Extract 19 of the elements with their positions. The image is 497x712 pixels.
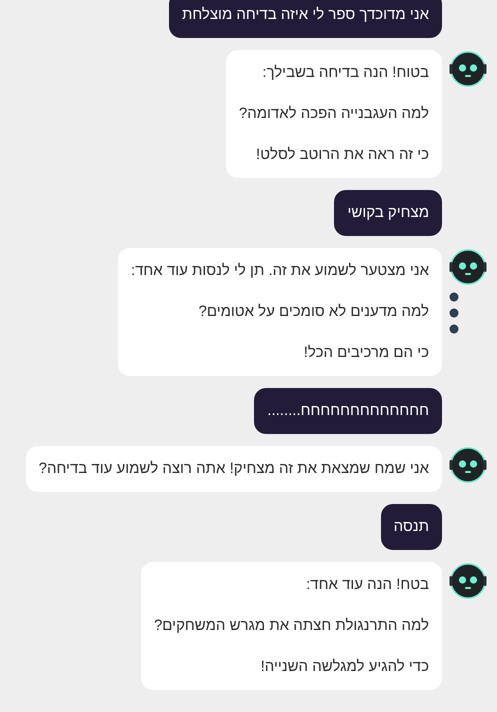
message-text: אני מדוכדך ספר לי איזה בדיחה מוצלחת xyxy=(182,5,429,25)
message-text: בטוח! הנה בדיחה בשבילך: xyxy=(261,63,429,83)
message-text: אני שמח שמצאת את זה מצחיק! אתה רוצה לשמוע עוד בדיחה? xyxy=(38,459,429,479)
message-text: למה מדענים לא סומכים על אטומים? xyxy=(197,302,429,322)
message-text: מצחיק בקושי xyxy=(347,203,429,223)
message-text: חחחחחחחחחחחחח........ xyxy=(267,401,429,421)
message-text: כדי להגיע למגלשה השנייה! xyxy=(260,657,429,677)
robot-avatar-icon xyxy=(449,446,487,484)
message-text: בטח! הנה עוד אחד: xyxy=(305,575,429,595)
message-text: למה התרנגולת חצתה את מגרש המשחקים? xyxy=(154,616,429,636)
more-options-icon[interactable] xyxy=(449,292,459,334)
robot-avatar-icon xyxy=(449,248,487,286)
message-text: תנסה xyxy=(394,517,429,537)
message-text: למה העגבנייה הפכה לאדומה? xyxy=(238,104,429,124)
robot-avatar-icon xyxy=(449,50,487,88)
message-text: כי זה ראה את הרוטב לסלט! xyxy=(255,145,429,165)
robot-avatar-icon xyxy=(449,562,487,600)
message-text: כי הם מרכיבים הכל! xyxy=(302,343,429,363)
message-text: אני מצטער לשמוע את זה. תן לי לנסות עוד אחד: xyxy=(130,261,429,281)
